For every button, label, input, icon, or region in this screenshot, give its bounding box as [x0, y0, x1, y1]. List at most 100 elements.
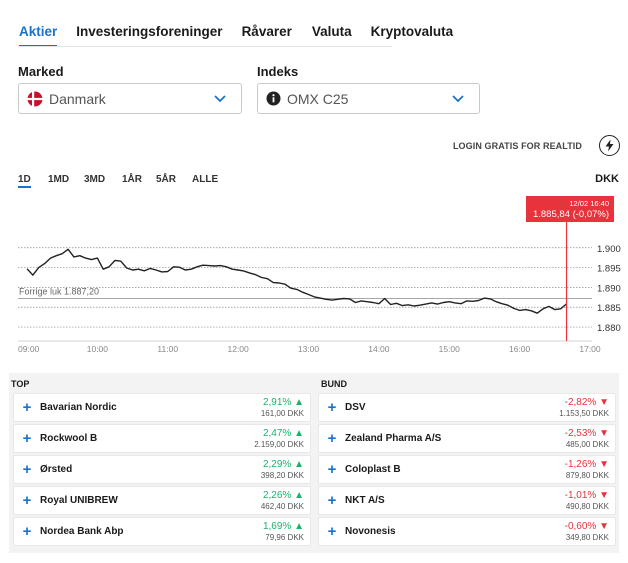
stock-name: DSV: [345, 402, 366, 413]
x-tick-label: 17:00: [579, 344, 601, 354]
x-tick-label: 15:00: [439, 344, 461, 354]
list-item-bottom[interactable]: + Coloplast B -1,26% ▼ 879,80 DKK: [318, 455, 616, 484]
stock-name: Coloplast B: [345, 464, 401, 475]
tooltip-date: 12/02 16:40: [569, 199, 609, 208]
range-3md[interactable]: 3MD: [84, 174, 105, 185]
index-select[interactable]: OMX C25: [257, 83, 480, 114]
add-icon[interactable]: +: [319, 493, 345, 508]
chevron-down-icon: [213, 91, 227, 110]
add-icon[interactable]: +: [14, 493, 40, 508]
stock-price: 879,80 DKK: [565, 471, 609, 480]
stock-change: 2,29% ▲: [262, 459, 304, 470]
x-axis-labels: 09:00 10:00 11:00 12:00 13:00 14:00 15:00 16:00…: [18, 344, 601, 354]
lightning-bolt-icon[interactable]: [599, 135, 620, 156]
list-item-top[interactable]: + Bavarian Nordic 2,91% ▲ 161,00 DKK: [13, 393, 311, 422]
stock-change: 1,69% ▲: [262, 521, 304, 532]
denmark-flag-icon: [27, 91, 43, 107]
stock-price: 2.159,00 DKK: [254, 440, 304, 449]
stock-name: Nordea Bank Abp: [40, 526, 124, 537]
range-1d[interactable]: 1D: [18, 174, 31, 188]
list-item-bottom[interactable]: + Novonesis -0,60% ▼ 349,80 DKK: [318, 517, 616, 546]
tab-kryptovaluta[interactable]: Kryptovaluta: [371, 20, 454, 44]
index-select-value: OMX C25: [287, 90, 349, 107]
y-tick-label: 1.890: [597, 283, 621, 294]
x-tick-label: 16:00: [509, 344, 531, 354]
list-item-top[interactable]: + Nordea Bank Abp 1,69% ▲ 79,96 DKK: [13, 517, 311, 546]
add-icon[interactable]: +: [319, 462, 345, 477]
stock-name: Ørsted: [40, 464, 73, 475]
stock-change: -2,82% ▼: [564, 397, 609, 408]
tab-aktier[interactable]: Aktier: [19, 20, 58, 47]
x-tick-label: 14:00: [368, 344, 390, 354]
tab-investeringsforeninger[interactable]: Investeringsforeninger: [76, 20, 222, 44]
add-icon[interactable]: +: [14, 431, 40, 446]
stock-price: 79,96 DKK: [265, 533, 304, 542]
previous-close-label: Forrige luk 1.887,20: [19, 287, 99, 297]
market-label: Marked: [18, 64, 64, 79]
range-1aar[interactable]: 1ÅR: [122, 174, 142, 185]
login-realtime-link[interactable]: LOGIN GRATIS FOR REALTID: [453, 141, 582, 151]
price-series: [26, 248, 567, 314]
stock-name: Royal UNIBREW: [40, 495, 118, 506]
x-tick-label: 10:00: [87, 344, 109, 354]
add-icon[interactable]: +: [319, 400, 345, 415]
stock-price: 398,20 DKK: [260, 471, 304, 480]
market-select-value: Danmark: [49, 90, 106, 107]
list-item-bottom[interactable]: + DSV -2,82% ▼ 1.153,50 DKK: [318, 393, 616, 422]
list-item-top[interactable]: + Ørsted 2,29% ▲ 398,20 DKK: [13, 455, 311, 484]
index-label: Indeks: [257, 64, 299, 79]
y-tick-label: 1.895: [597, 264, 621, 275]
movers-panel: TOP BUND + Bavarian Nordic 2,91% ▲ 161,00…: [9, 373, 619, 553]
stock-price: 349,80 DKK: [565, 533, 609, 542]
stock-change: 2,47% ▲: [262, 428, 304, 439]
index-line-chart[interactable]: Forrige luk 1.887,20 1.900 1.895 1.890 1.88…: [0, 190, 628, 360]
market-select[interactable]: Danmark: [18, 83, 242, 114]
x-tick-label: 11:00: [157, 344, 178, 354]
range-alle[interactable]: ALLE: [192, 174, 218, 185]
list-item-bottom[interactable]: + Zealand Pharma A/S -2,53% ▼ 485,00 DKK: [318, 424, 616, 453]
stock-change: -1,26% ▼: [564, 459, 609, 470]
tab-valuta[interactable]: Valuta: [312, 20, 352, 44]
stock-change: -2,53% ▼: [564, 428, 609, 439]
stock-price: 485,00 DKK: [565, 440, 609, 449]
x-tick-label: 09:00: [18, 344, 40, 354]
stock-change: -1,01% ▼: [564, 490, 609, 501]
stock-name: Bavarian Nordic: [40, 402, 117, 413]
y-tick-label: 1.885: [597, 303, 621, 314]
range-1md[interactable]: 1MD: [48, 174, 69, 185]
stock-price: 161,00 DKK: [260, 409, 304, 418]
stock-change: -0,60% ▼: [564, 521, 609, 532]
x-tick-label: 13:00: [298, 344, 320, 354]
list-item-bottom[interactable]: + NKT A/S -1,01% ▼ 490,80 DKK: [318, 486, 616, 515]
stock-name: Zealand Pharma A/S: [345, 433, 442, 444]
stock-name: NKT A/S: [345, 495, 385, 506]
stock-name: Novonesis: [345, 526, 396, 537]
add-icon[interactable]: +: [14, 462, 40, 477]
list-item-top[interactable]: + Royal UNIBREW 2,26% ▲ 462,40 DKK: [13, 486, 311, 515]
range-5aar[interactable]: 5ÅR: [156, 174, 176, 185]
add-icon[interactable]: +: [319, 431, 345, 446]
stock-name: Rockwool B: [40, 433, 98, 444]
tabs-divider: [18, 46, 392, 47]
tab-raavarer[interactable]: Råvarer: [242, 20, 292, 44]
tooltip-value: 1.885,84 (-0,07%): [533, 209, 609, 220]
info-icon: [266, 91, 281, 106]
y-tick-label: 1.880: [597, 323, 621, 334]
y-tick-label: 1.900: [597, 244, 621, 255]
add-icon[interactable]: +: [14, 524, 40, 539]
y-axis-labels: 1.900 1.895 1.890 1.885 1.880: [597, 244, 621, 334]
list-item-top[interactable]: + Rockwool B 2,47% ▲ 2.159,00 DKK: [13, 424, 311, 453]
top-heading: TOP: [11, 379, 30, 389]
stock-change: 2,26% ▲: [262, 490, 304, 501]
currency-label: DKK: [595, 173, 619, 185]
bottom-heading: BUND: [321, 379, 347, 389]
add-icon[interactable]: +: [14, 400, 40, 415]
add-icon[interactable]: +: [319, 524, 345, 539]
chevron-down-icon: [451, 91, 465, 110]
stock-price: 462,40 DKK: [260, 502, 304, 511]
asset-tabs: Aktier Investeringsforeninger Råvarer Va…: [19, 20, 454, 47]
stock-change: 2,91% ▲: [262, 397, 304, 408]
price-line: [26, 248, 567, 314]
stock-price: 1.153,50 DKK: [559, 409, 609, 418]
x-tick-label: 12:00: [227, 344, 249, 354]
